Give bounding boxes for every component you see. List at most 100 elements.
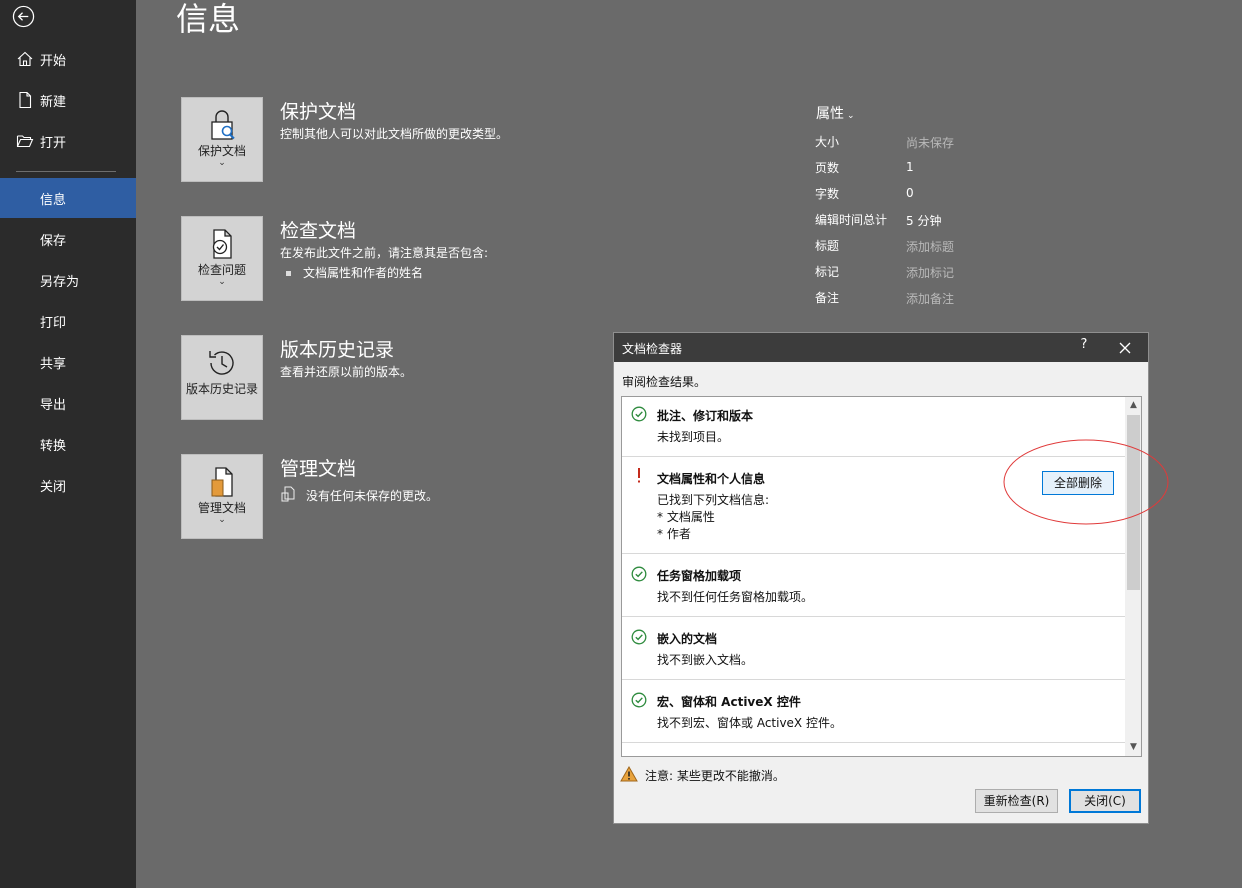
nav-item-label: 转换 — [40, 438, 67, 454]
scroll-up-icon[interactable]: ▲ — [1125, 397, 1141, 414]
prop-label-pages: 页数 — [815, 161, 840, 175]
prop-value-edit-time: 5 分钟 — [906, 214, 942, 228]
close-icon[interactable] — [1114, 337, 1136, 359]
manage-document-button[interactable]: 管理文档 ⌄ — [181, 454, 263, 539]
nav-item-info[interactable]: 信息 — [0, 178, 136, 218]
nav-item-label: 关闭 — [40, 479, 67, 495]
nav-item-share[interactable]: 共享 — [0, 342, 136, 382]
nav-item-save-as[interactable]: 另存为 — [0, 260, 136, 300]
chevron-down-icon: ⌄ — [218, 515, 226, 525]
result-title: 嵌入的文档 — [657, 632, 718, 646]
dialog-title: 文档检查器 — [622, 342, 683, 356]
inspect-document-bullet: 文档属性和作者的姓名 — [286, 264, 423, 281]
result-text: 找不到任何任务窗格加载项。 — [657, 590, 814, 604]
chevron-down-icon: ⌄ — [847, 111, 855, 121]
nav-item-home[interactable]: 开始 — [0, 39, 136, 79]
manage-document-button-label: 管理文档 — [197, 501, 246, 515]
document-versions-icon — [281, 486, 295, 502]
version-history-title: 版本历史记录 — [280, 339, 395, 361]
nav-item-label: 共享 — [40, 356, 67, 372]
warning-exclamation-icon — [638, 468, 640, 483]
nav-item-open[interactable]: 打开 — [0, 121, 136, 161]
nav-item-label: 打印 — [40, 315, 67, 331]
nav-item-close[interactable]: 关闭 — [0, 465, 136, 505]
new-document-icon — [19, 91, 32, 109]
dialog-subtitle: 审阅检查结果。 — [622, 375, 707, 389]
nav-item-label: 开始 — [40, 53, 67, 69]
protect-document-button-label: 保护文档 — [197, 144, 246, 158]
prop-value-tags[interactable]: 添加标记 — [906, 264, 954, 281]
prop-value-comments[interactable]: 添加备注 — [906, 290, 954, 307]
chevron-down-icon: ⌄ — [218, 277, 226, 287]
prop-value-title[interactable]: 添加标题 — [906, 238, 954, 255]
remove-all-button[interactable]: 全部删除 — [1042, 471, 1114, 495]
manage-document-desc: 没有任何未保存的更改。 — [306, 489, 439, 503]
inspect-document-button-label: 检查问题 — [197, 263, 246, 277]
nav-item-label: 新建 — [40, 94, 67, 110]
prop-label-words: 字数 — [815, 187, 840, 201]
bullet-icon — [286, 271, 291, 276]
nav-item-new[interactable]: 新建 — [0, 80, 136, 120]
inspect-document-button[interactable]: 检查问题 ⌄ — [181, 216, 263, 301]
close-button[interactable]: 关闭(C) — [1069, 789, 1141, 813]
success-check-icon — [631, 692, 647, 708]
properties-title: 属性 — [816, 106, 844, 122]
history-clock-icon — [209, 351, 234, 375]
prop-value-size: 尚未保存 — [906, 136, 955, 150]
version-history-button[interactable]: 版本历史记录 — [181, 335, 263, 420]
result-title: 批注、修订和版本 — [657, 409, 754, 423]
result-title: 任务窗格加载项 — [657, 569, 742, 583]
backstage-sidebar: 开始 新建 打开 信息 保存 另存为 打印 共享 导出 转换 关闭 — [0, 0, 136, 888]
nav-item-label: 导出 — [40, 397, 67, 413]
result-text: 找不到宏、窗体或 ActiveX 控件。 — [657, 716, 842, 730]
back-arrow-icon[interactable] — [12, 5, 35, 28]
result-row-addins: 任务窗格加载项 找不到任何任务窗格加载项。 — [622, 554, 1125, 617]
nav-item-label: 信息 — [40, 192, 67, 208]
properties-dropdown[interactable]: 属性 ⌄ — [816, 103, 855, 123]
nav-item-label: 另存为 — [40, 274, 80, 290]
protect-document-button[interactable]: 保护文档 ⌄ — [181, 97, 263, 182]
protect-document-title: 保护文档 — [280, 101, 357, 123]
result-text: * 作者 — [657, 527, 691, 541]
result-text: 已找到下列文档信息: — [657, 493, 770, 507]
nav-item-label: 打开 — [40, 135, 67, 151]
success-check-icon — [631, 566, 647, 582]
nav-item-label: 保存 — [40, 233, 67, 249]
nav-item-export[interactable]: 导出 — [0, 383, 136, 423]
result-title: 宏、窗体和 ActiveX 控件 — [657, 695, 801, 709]
open-folder-icon — [16, 135, 34, 148]
inspection-results-list[interactable]: 批注、修订和版本 未找到项目。 文档属性和个人信息 已找到下列文档信息: * 文… — [621, 396, 1142, 757]
nav-item-transform[interactable]: 转换 — [0, 424, 136, 464]
scrollbar-thumb[interactable] — [1127, 415, 1140, 590]
prop-label-size: 大小 — [815, 135, 840, 149]
dialog-titlebar[interactable]: 文档检查器 ? — [614, 333, 1148, 362]
help-button[interactable]: ? — [1074, 337, 1094, 357]
manage-document-title: 管理文档 — [280, 458, 357, 480]
check-document-icon — [212, 229, 232, 259]
home-icon — [17, 51, 33, 67]
nav-item-save[interactable]: 保存 — [0, 219, 136, 259]
scroll-down-icon[interactable]: ▼ — [1125, 739, 1141, 756]
version-history-desc: 查看并还原以前的版本。 — [280, 365, 413, 379]
prop-value-words: 0 — [906, 186, 914, 200]
prop-label-comments: 备注 — [815, 291, 840, 305]
page-title: 信息 — [176, 0, 241, 38]
document-inspector-dialog: 文档检查器 ? 审阅检查结果。 批注、修订和版本 未找到项目。 文档属性和个人信… — [613, 332, 1149, 824]
lock-search-icon — [211, 110, 235, 140]
prop-label-tags: 标记 — [815, 265, 840, 279]
result-title: 文档属性和个人信息 — [657, 472, 766, 486]
result-text: * 文档属性 — [657, 510, 715, 524]
warning-triangle-icon — [620, 766, 638, 782]
protect-document-desc: 控制其他人可以对此文档所做的更改类型。 — [280, 127, 509, 141]
prop-value-pages: 1 — [906, 160, 914, 174]
nav-divider — [16, 171, 116, 172]
prop-label-edit-time: 编辑时间总计 — [815, 213, 888, 227]
results-scrollbar[interactable]: ▲ ▼ — [1125, 397, 1141, 756]
prop-label-title: 标题 — [815, 239, 840, 253]
nav-item-print[interactable]: 打印 — [0, 301, 136, 341]
inspect-document-title: 检查文档 — [280, 220, 357, 242]
inspect-document-desc: 在发布此文件之前，请注意其是否包含: — [280, 246, 489, 260]
reinspect-button[interactable]: 重新检查(R) — [975, 789, 1058, 813]
success-check-icon — [631, 629, 647, 645]
success-check-icon — [631, 406, 647, 422]
